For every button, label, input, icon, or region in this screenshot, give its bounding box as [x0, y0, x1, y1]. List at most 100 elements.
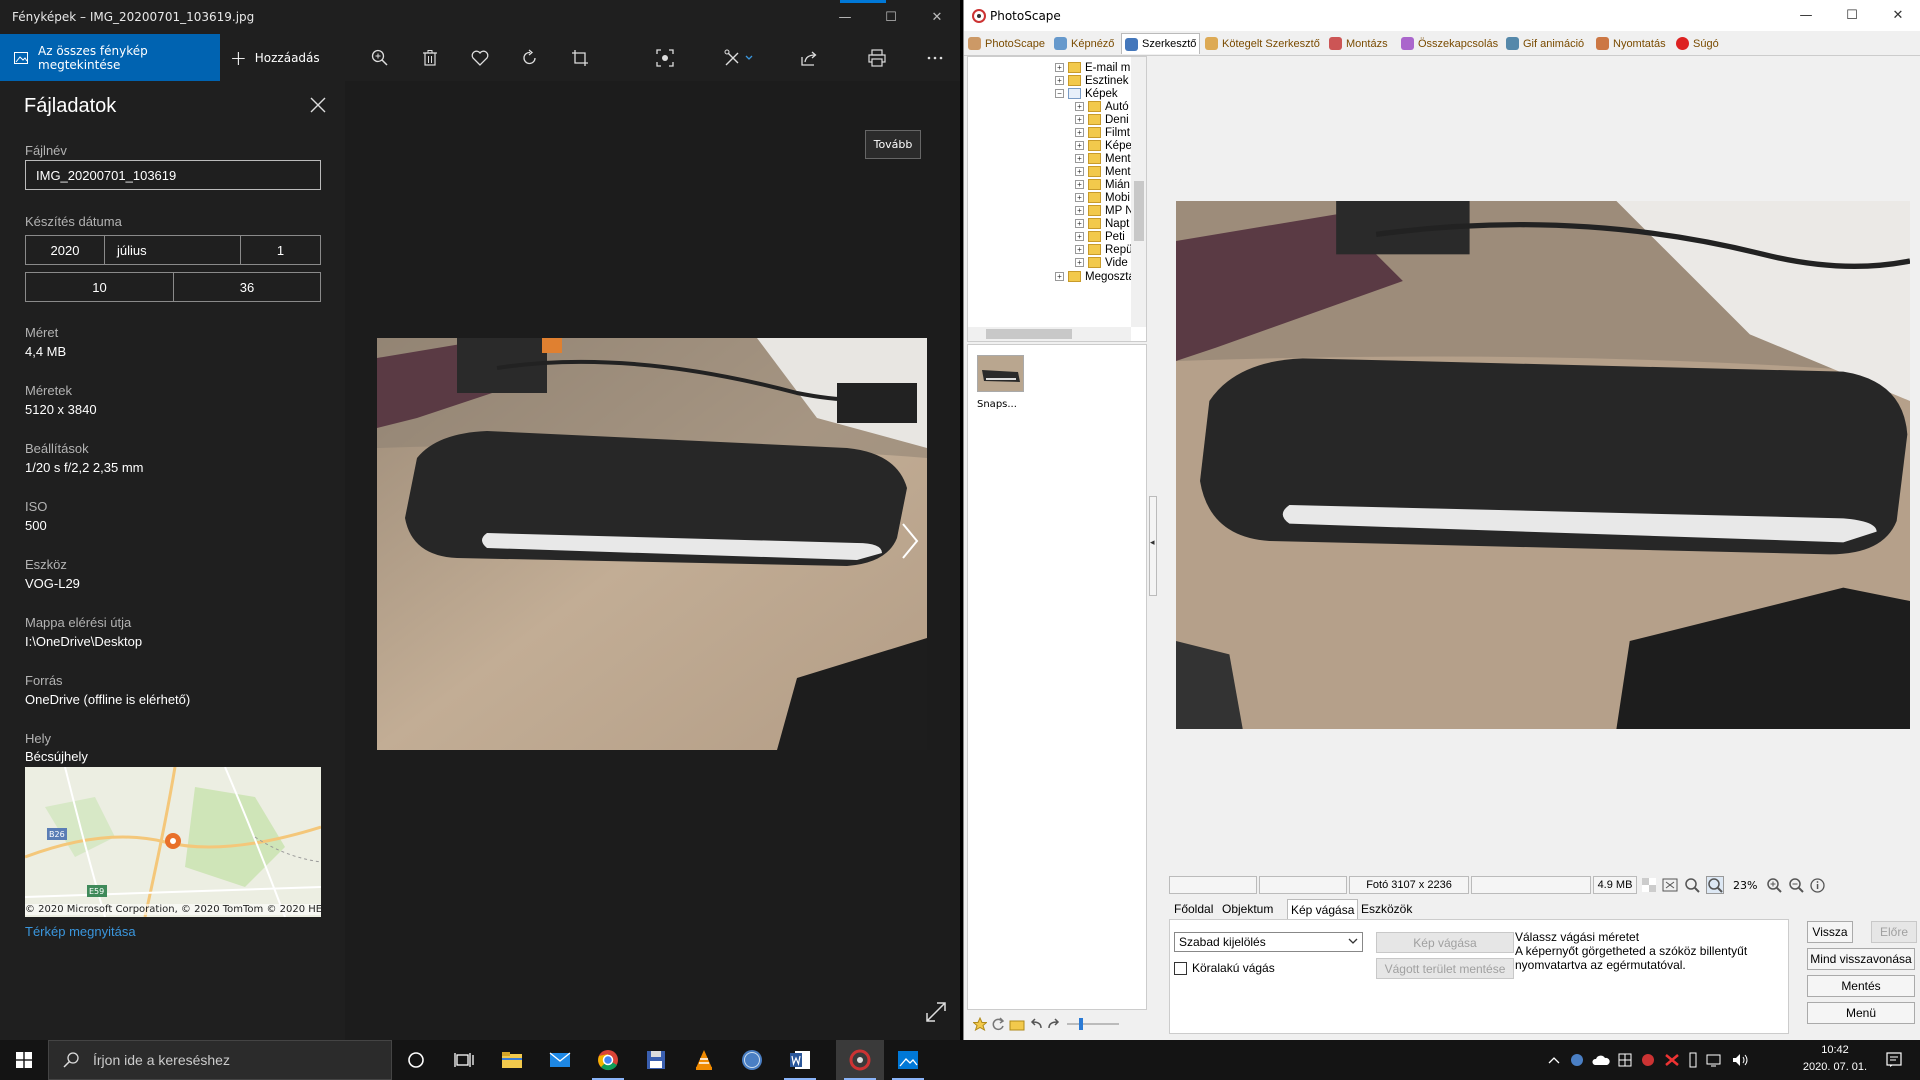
task-view-icon[interactable]: [440, 1040, 488, 1080]
star-icon[interactable]: [973, 1017, 987, 1031]
location-map[interactable]: B26 E59 © 2020 Microsoft Corporation, © …: [25, 767, 321, 917]
tree-horizontal-scrollbar[interactable]: [968, 327, 1131, 341]
thumbnail-size-slider[interactable]: [1065, 1017, 1121, 1031]
taskbar-clock[interactable]: 10:42 2020. 07. 01.: [1798, 1042, 1872, 1076]
editor-canvas[interactable]: [1166, 56, 1920, 874]
vlc-icon[interactable]: [680, 1040, 728, 1080]
more-options-icon[interactable]: [922, 45, 948, 71]
ps-minimize-button[interactable]: —: [1783, 0, 1829, 31]
qbittorrent-icon[interactable]: [728, 1040, 776, 1080]
circle-crop-checkbox[interactable]: Köralakú vágás: [1174, 961, 1275, 975]
save-disk-app-icon[interactable]: [632, 1040, 680, 1080]
delete-icon[interactable]: [417, 45, 443, 71]
month-field[interactable]: július: [104, 235, 241, 265]
start-button[interactable]: [0, 1040, 48, 1080]
mail-icon[interactable]: [536, 1040, 584, 1080]
usb-icon[interactable]: [1688, 1052, 1698, 1068]
share-icon[interactable]: [796, 45, 822, 71]
crop-icon[interactable]: [567, 45, 593, 71]
back-icon[interactable]: [1029, 1017, 1043, 1031]
chrome-icon[interactable]: [584, 1040, 632, 1080]
tab-help[interactable]: Súgó: [1676, 33, 1719, 54]
forward-icon[interactable]: [1047, 1017, 1061, 1031]
zoom-out-icon[interactable]: [1788, 877, 1805, 893]
favorite-heart-icon[interactable]: [467, 45, 493, 71]
menu-button[interactable]: Menü: [1807, 1002, 1915, 1024]
panel-tab-crop[interactable]: Kép vágása: [1287, 899, 1359, 919]
rotate-icon[interactable]: [517, 45, 543, 71]
file-explorer-icon[interactable]: [488, 1040, 536, 1080]
onedrive-icon[interactable]: [1592, 1054, 1610, 1066]
folder-icon[interactable]: [1009, 1017, 1025, 1031]
ps-close-button[interactable]: ✕: [1875, 0, 1920, 31]
print-icon[interactable]: [864, 45, 890, 71]
thumbnail[interactable]: [977, 355, 1024, 392]
network-icon[interactable]: [1706, 1053, 1724, 1067]
tree-node[interactable]: + Megosztá: [1055, 269, 1135, 284]
scroll-thumb[interactable]: [986, 329, 1072, 339]
minimize-button[interactable]: —: [822, 0, 868, 34]
qbittorrent-tray-icon[interactable]: [1570, 1053, 1584, 1067]
save-button[interactable]: Mentés: [1807, 975, 1915, 997]
notifications-icon[interactable]: [1886, 1052, 1902, 1068]
fullscreen-expand-icon[interactable]: [925, 1001, 947, 1023]
crop-mode-select[interactable]: Szabad kijelölés: [1174, 932, 1363, 952]
info-icon[interactable]: [1810, 877, 1826, 893]
tab-montage[interactable]: Montázs: [1329, 33, 1388, 54]
chevron-up-icon[interactable]: [1548, 1056, 1560, 1064]
edit-create-icon[interactable]: [720, 45, 760, 71]
year-field[interactable]: 2020: [25, 235, 105, 265]
transparency-icon[interactable]: [1642, 878, 1656, 892]
tree-node[interactable]: + Vide: [1075, 255, 1128, 270]
panel-tab-object[interactable]: Objektum: [1219, 899, 1276, 919]
tab-photoscape[interactable]: PhotoScape: [968, 33, 1045, 54]
edited-photo[interactable]: [1176, 201, 1910, 729]
checkbox-box[interactable]: [1174, 961, 1187, 975]
close-icon[interactable]: [310, 97, 326, 113]
open-map-link[interactable]: Térkép megnyitása: [25, 924, 136, 939]
panel-splitter[interactable]: ◂: [1149, 56, 1159, 1016]
tab-viewer[interactable]: Képnéző: [1054, 33, 1114, 54]
tab-combine[interactable]: Összekapcsolás: [1401, 33, 1498, 54]
minute-field[interactable]: 36: [173, 272, 321, 302]
view-all-photos-button[interactable]: Az összes fénykép megtekintése: [0, 34, 220, 81]
tab-print[interactable]: Nyomtatás: [1596, 33, 1666, 54]
save-crop-button[interactable]: Vágott terület mentése: [1376, 958, 1514, 979]
tab-batch-editor[interactable]: Kötegelt Szerkesztő: [1205, 33, 1320, 54]
undo-all-button[interactable]: Mind visszavonása: [1807, 948, 1915, 970]
day-field[interactable]: 1: [240, 235, 321, 265]
panel-tab-tools[interactable]: Eszközök: [1358, 899, 1415, 919]
fit-to-window-icon[interactable]: [1662, 878, 1678, 892]
maximize-button[interactable]: ☐: [868, 0, 914, 34]
security-icon[interactable]: [1618, 1053, 1632, 1067]
crop-button[interactable]: Kép vágása: [1376, 932, 1514, 953]
taskbar-search-box[interactable]: Írjon ide a kereséshez: [48, 1040, 392, 1080]
ps-maximize-button[interactable]: ☐: [1829, 0, 1875, 31]
panel-tab-home[interactable]: Főoldal: [1171, 899, 1216, 919]
zoom-actual-icon[interactable]: [1684, 877, 1700, 893]
refresh-icon[interactable]: [991, 1017, 1005, 1031]
filename-field[interactable]: IMG_20200701_103619: [25, 160, 321, 190]
photoscape-taskbar-icon[interactable]: [836, 1040, 884, 1080]
tab-editor[interactable]: Szerkesztő: [1121, 33, 1201, 54]
photos-app-icon[interactable]: [884, 1040, 932, 1080]
cortana-icon[interactable]: [392, 1040, 440, 1080]
tree-vertical-scrollbar[interactable]: [1131, 57, 1146, 327]
redo-button[interactable]: Előre: [1871, 921, 1917, 943]
next-photo-arrow-icon[interactable]: [900, 521, 920, 561]
zoom-icon[interactable]: [367, 45, 393, 71]
volume-icon[interactable]: [1732, 1053, 1750, 1067]
tab-gif-animation[interactable]: Gif animáció: [1506, 33, 1584, 54]
close-button[interactable]: ✕: [914, 0, 960, 34]
red-x-tray-icon[interactable]: [1664, 1053, 1680, 1067]
scroll-thumb[interactable]: [1134, 181, 1144, 241]
collapse-arrow-icon[interactable]: ◂: [1150, 538, 1155, 548]
enhance-icon[interactable]: [652, 45, 678, 71]
add-button[interactable]: + Hozzáadás: [230, 34, 320, 81]
hour-field[interactable]: 10: [25, 272, 174, 302]
undo-button[interactable]: Vissza: [1807, 921, 1853, 943]
zoom-in-icon[interactable]: [1766, 877, 1783, 893]
word-icon[interactable]: [776, 1040, 824, 1080]
app-tray-icon[interactable]: [1640, 1053, 1656, 1067]
zoom-fit-icon[interactable]: [1706, 876, 1724, 894]
